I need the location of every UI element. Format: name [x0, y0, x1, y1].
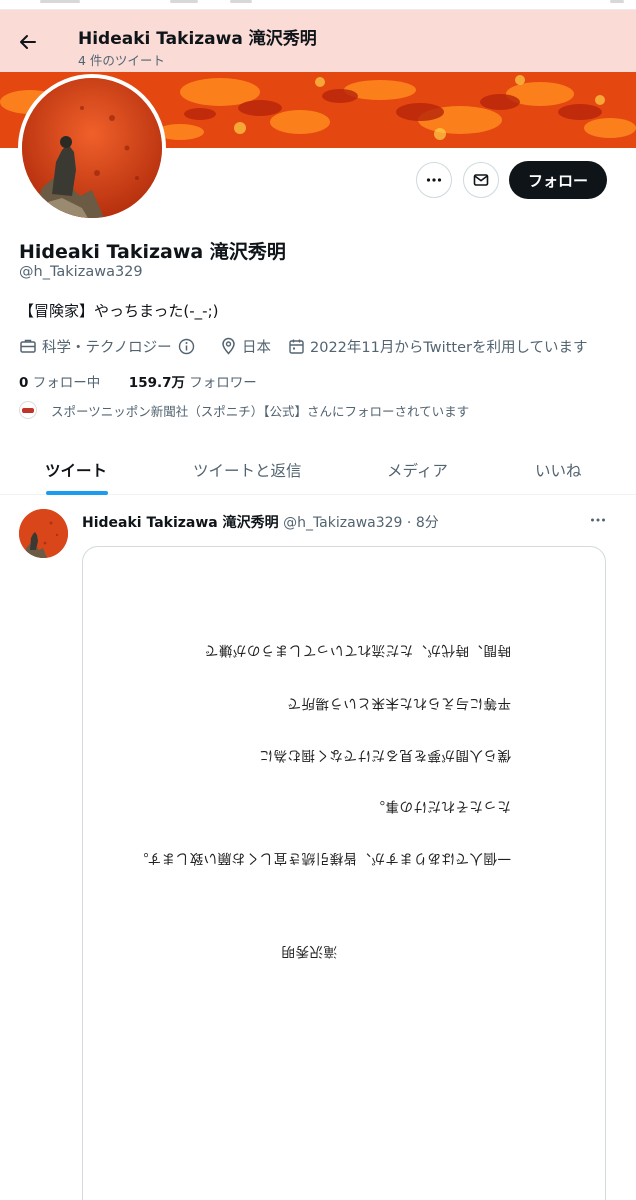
message-button[interactable] — [463, 162, 499, 198]
joined-label: 2022年11月からTwitterを利用しています — [310, 339, 588, 356]
category-label: 科学・テクノロジー — [42, 339, 172, 356]
tweet-author-name[interactable]: Hideaki Takizawa 滝沢秀明 — [82, 515, 279, 531]
briefcase-icon — [20, 339, 36, 353]
location-label: 日本 — [242, 339, 271, 356]
letter-signature: 滝沢秀明 — [281, 943, 337, 959]
letter-content-rotated: 時間、時代が、ただ流れていってしまうのが嫌で 平等に与えられた未来という場所で … — [83, 547, 605, 1200]
profile-header-bar: Hideaki Takizawa 滝沢秀明 4 件のツイート — [0, 10, 636, 72]
profile-bio: 【冒険家】やっちまった(-_-;) — [19, 302, 219, 320]
tab-tweets-and-replies[interactable]: ツイートと返信 — [193, 459, 302, 481]
more-options-button[interactable] — [416, 162, 452, 198]
follow-button[interactable]: フォロー — [509, 161, 607, 199]
letter-line: 一個人ではありますが、皆様引続き宜しくお願い致します。 — [134, 850, 511, 866]
letter-line: 時間、時代が、ただ流れていってしまうのが嫌で — [204, 642, 511, 658]
profile-location: 日本 — [220, 336, 271, 356]
profile-display-name: Hideaki Takizawa 滝沢秀明 — [19, 241, 286, 263]
followers-link[interactable]: 159.7万 フォロワー — [129, 375, 257, 391]
followed-by-notice[interactable]: スポーツニッポン新聞社（スポニチ）【公式】さんにフォローされています — [19, 400, 469, 420]
followers-label: フォロワー — [189, 375, 257, 391]
profile-joined-date: 2022年11月からTwitterを利用しています — [288, 336, 588, 356]
tweet-author-avatar[interactable] — [19, 509, 68, 558]
category-info-button[interactable] — [178, 338, 200, 355]
tab-likes[interactable]: いいね — [535, 459, 582, 481]
back-button[interactable] — [14, 28, 42, 56]
header-title: Hideaki Takizawa 滝沢秀明 — [78, 29, 317, 49]
arrow-left-icon — [20, 35, 36, 49]
profile-category: 科学・テクノロジー — [19, 336, 200, 356]
followers-count: 159.7万 — [128, 375, 185, 391]
profile-avatar[interactable] — [18, 74, 166, 222]
tweet-more-button[interactable] — [584, 508, 612, 532]
mail-icon — [473, 174, 489, 186]
following-count: 0 — [19, 375, 29, 391]
tweet-timestamp[interactable]: 8分 — [416, 515, 439, 531]
profile-tabs: ツイート ツイートと返信 メディア いいね — [0, 443, 636, 495]
calendar-icon — [289, 339, 304, 354]
location-pin-icon — [222, 337, 235, 355]
header-tweet-count: 4 件のツイート — [78, 53, 165, 68]
following-label: フォロー中 — [32, 375, 101, 391]
browser-chrome-strip — [0, 0, 636, 10]
tab-media[interactable]: メディア — [387, 459, 448, 481]
more-icon — [591, 518, 605, 522]
letter-line: 平等に与えられた未来という場所で — [287, 695, 511, 711]
tab-tweets[interactable]: ツイート — [45, 459, 107, 481]
tweet-separator: · — [406, 515, 412, 531]
active-tab-indicator — [46, 491, 108, 495]
followed-by-text: スポーツニッポン新聞社（スポニチ）【公式】さんにフォローされています — [51, 403, 470, 419]
info-icon — [178, 338, 194, 354]
profile-stats: 0 フォロー中 159.7万 フォロワー — [19, 371, 257, 391]
profile-handle: @h_Takizawa329 — [19, 264, 143, 280]
tweet-image-letter[interactable]: 時間、時代が、ただ流れていってしまうのが嫌で 平等に与えられた未来という場所で … — [82, 546, 606, 1200]
tweet-author-handle[interactable]: @h_Takizawa329 — [283, 515, 402, 531]
tweet-header: Hideaki Takizawa 滝沢秀明 @h_Takizawa329 · 8… — [82, 512, 439, 532]
letter-line: 僕ら人間が夢を見るだけでなく掴む為に — [259, 747, 511, 763]
follower-avatar — [19, 401, 37, 419]
letter-line: たったそれだけの事。 — [371, 798, 511, 814]
more-icon — [426, 178, 442, 182]
following-link[interactable]: 0 フォロー中 — [19, 375, 100, 391]
